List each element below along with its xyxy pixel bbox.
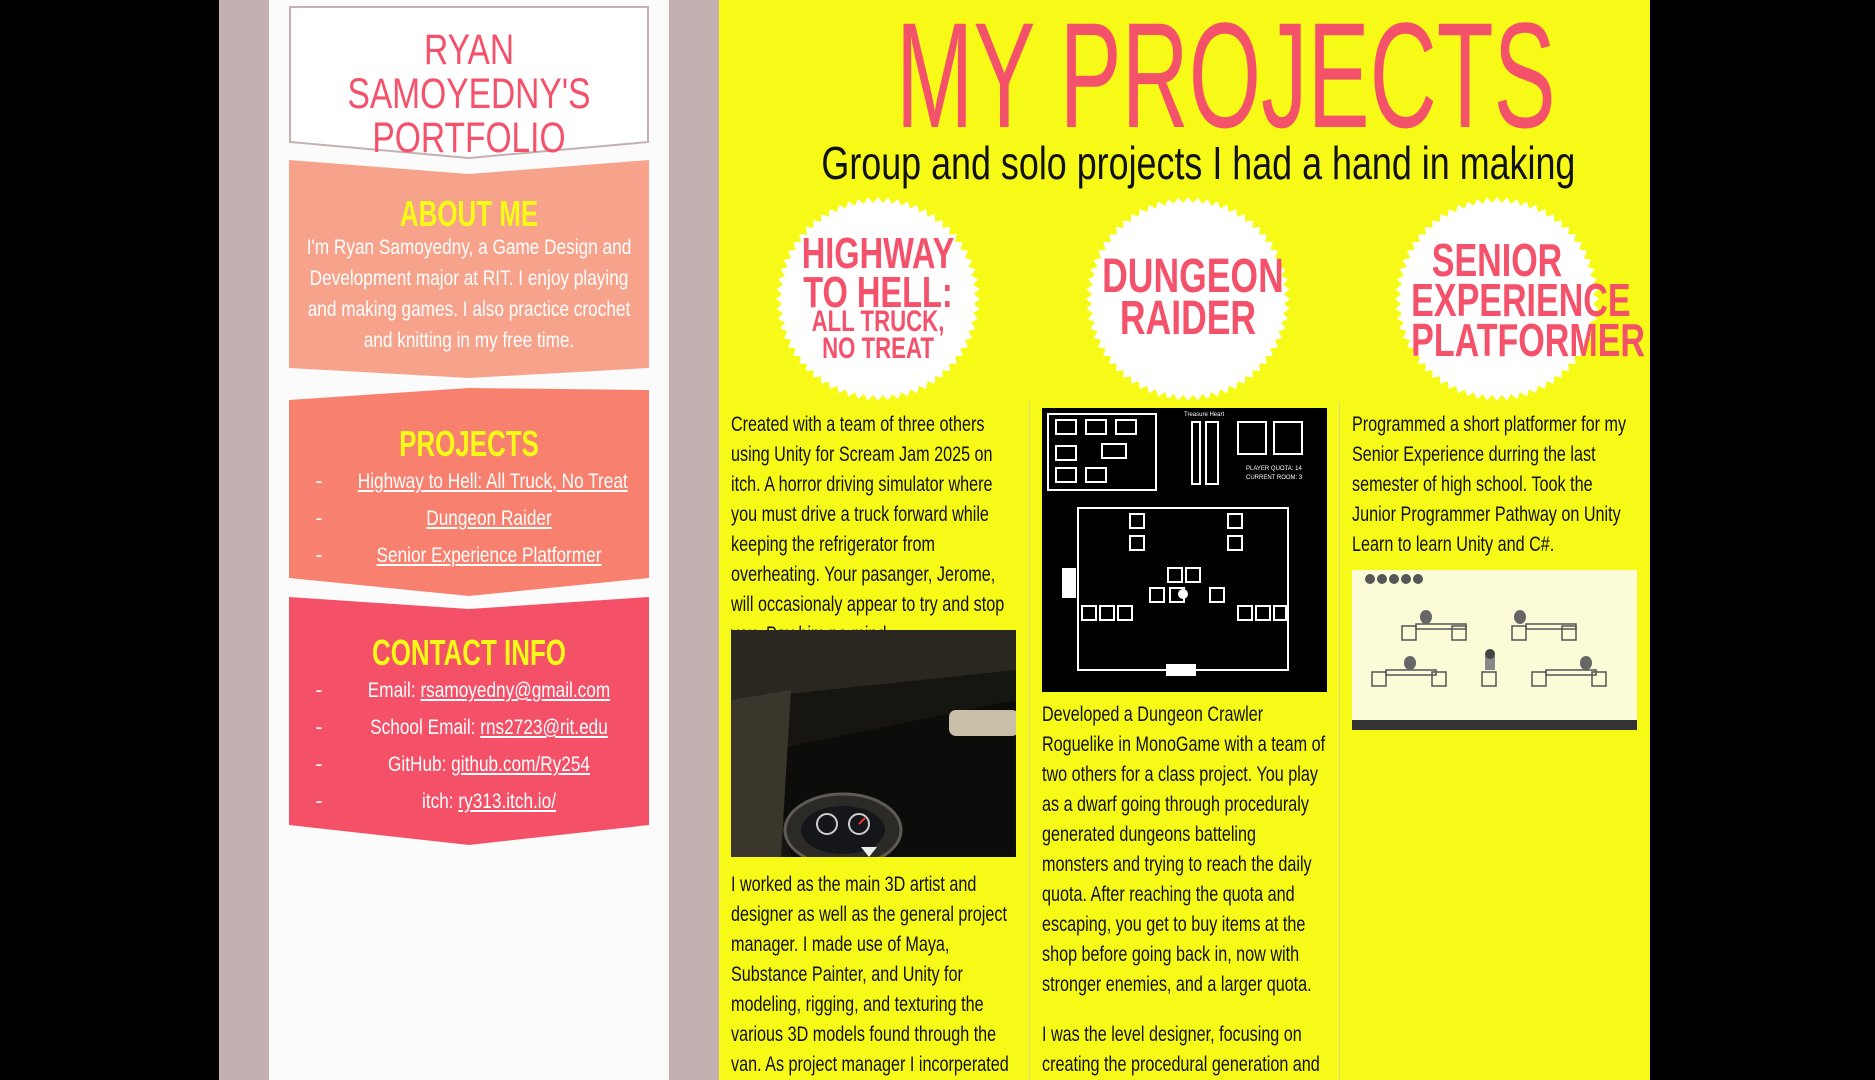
github-link[interactable]: github.com/Ry254 [451,753,590,776]
badge-subtitle: ALL TRUCK, NO TREAT [811,305,945,365]
project-link-senior-platformer[interactable]: Senior Experience Platformer [377,544,602,567]
contact-label: Email: [367,679,421,702]
about-panel: ABOUT ME I'm Ryan Samoyedny, a Game Desi… [289,160,649,378]
project-badge-highway[interactable]: HIGHWAY TO HELL: ALL TRUCK, NO TREAT [762,196,994,402]
badge-title: DUNGEON RAIDER [1102,250,1284,345]
project-column-senior-platformer: Programmed a short platformer for my Sen… [1339,402,1649,1080]
badge-title: HIGHWAY TO HELL: [801,229,955,317]
contact-item-email: - Email: rsamoyedny@gmail.com [289,672,649,709]
contact-label: itch: [421,790,459,813]
school-email-link[interactable]: rns2723@rit.edu [480,716,608,739]
page-subtitle: Group and solo projects I had a hand in … [821,137,1576,189]
projects-panel: PROJECTS - Highway to Hell: All Truck, N… [289,388,649,598]
project-link-item: - Highway to Hell: All Truck, No Treat [289,463,649,500]
list-dash: - [315,679,323,702]
site-title-banner: RYAN SAMOYEDNY'S PORTFOLIO [289,6,649,160]
list-dash: - [315,544,323,567]
dungeon-raider-screenshot: Treasure Heart PLAYER QUOTA: 14 CURRENT … [1042,408,1327,692]
page-title: MY PROJECTS [895,0,1556,159]
hud-label: Treasure Heart [1184,412,1224,418]
badge-title: SENIOR EXPERIENCE PLATFORMER [1411,234,1646,366]
contact-heading: CONTACT INFO [372,632,566,673]
list-dash: - [315,716,323,739]
project-column-highway: Created with a team of three others usin… [719,402,1028,1080]
sidebar: RYAN SAMOYEDNY'S PORTFOLIO ABOUT ME I'm … [269,0,669,1080]
about-text: I'm Ryan Samoyedny, a Game Design and De… [306,236,632,352]
platformer-screenshot [1352,570,1637,730]
project-badge-senior-platformer[interactable]: SENIOR EXPERIENCE PLATFORMER [1381,196,1646,402]
project-link-item: - Senior Experience Platformer [289,537,649,574]
hud-current-room: CURRENT ROOM: 3 [1246,475,1303,481]
list-dash: - [315,470,323,493]
contact-list: - Email: rsamoyedny@gmail.com - School E… [289,672,649,820]
contact-panel: CONTACT INFO - Email: rsamoyedny@gmail.c… [289,597,649,845]
list-dash: - [315,753,323,776]
contact-item-github: - GitHub: github.com/Ry254 [289,746,649,783]
project-description: Developed a Dungeon Crawler Roguelike in… [1042,703,1326,996]
highway-screenshot [731,630,1016,857]
about-heading: ABOUT ME [399,193,539,234]
project-description: Created with a team of three others usin… [731,413,1005,646]
list-dash: - [315,507,323,530]
email-link[interactable]: rsamoyedny@gmail.com [420,679,610,702]
hud-quota: PLAYER QUOTA: 14 [1246,466,1302,472]
project-column-dungeon-raider: Treasure Heart PLAYER QUOTA: 14 CURRENT … [1029,402,1339,1080]
project-badge-dungeon-raider[interactable]: DUNGEON RAIDER [1072,196,1304,402]
list-dash: - [315,790,323,813]
project-link-item: - Dungeon Raider [289,500,649,537]
project-link-dungeon-raider[interactable]: Dungeon Raider [426,507,551,530]
contact-label: GitHub: [388,753,452,776]
main-content: MY PROJECTS Group and solo projects I ha… [719,0,1650,1080]
contact-item-itch: - itch: ry313.itch.io/ [289,783,649,820]
project-link-highway[interactable]: Highway to Hell: All Truck, No Treat [358,470,628,493]
project-role: I was the level designer, focusing on cr… [1042,1023,1320,1076]
projects-link-list: - Highway to Hell: All Truck, No Treat -… [289,463,649,574]
project-role: I worked as the main 3D artist and desig… [731,873,1009,1076]
itch-link[interactable]: ry313.itch.io/ [458,790,556,813]
contact-item-school-email: - School Email: rns2723@rit.edu [289,709,649,746]
contact-label: School Email: [370,716,481,739]
site-title: RYAN SAMOYEDNY'S PORTFOLIO [347,26,591,162]
project-description: Programmed a short platformer for my Sen… [1352,413,1627,556]
projects-heading: PROJECTS [399,423,539,464]
